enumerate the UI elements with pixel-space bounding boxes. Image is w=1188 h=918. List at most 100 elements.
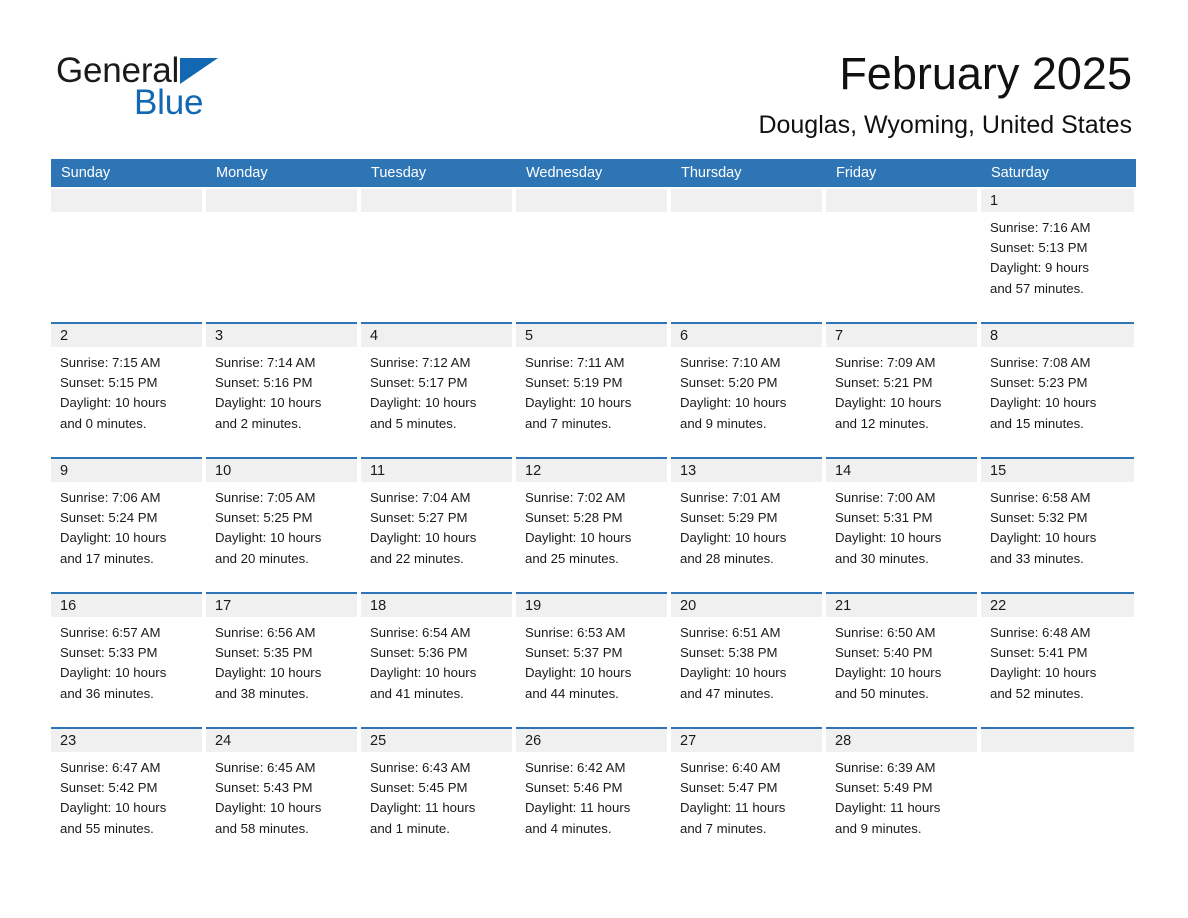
calendar-day-cell[interactable]: 3 Sunrise: 7:14 AM Sunset: 5:16 PM Daylight…: [206, 322, 361, 457]
weekday-header-thursday: Thursday: [671, 159, 826, 187]
calendar-day-cell[interactable]: 11 Sunrise: 7:04 AM Sunset: 5:27 PM Dayligh…: [361, 457, 516, 592]
day-number: 4: [370, 328, 379, 344]
calendar-day-cell[interactable]: 19 Sunrise: 6:53 AM Sunset: 5:37 PM Dayligh…: [516, 592, 671, 727]
sunrise-time: Sunrise: 6:53 AM: [525, 625, 626, 640]
page-subtitle: Douglas, Wyoming, United States: [758, 111, 1132, 139]
calendar-day-cell[interactable]: 27 Sunrise: 6:40 AM Sunset: 5:47 PM Dayligh…: [671, 727, 826, 862]
sunset-time: Sunset: 5:24 PM: [60, 510, 158, 526]
calendar-day-cell[interactable]: 22 Sunrise: 6:48 AM Sunset: 5:41 PM Dayligh…: [981, 592, 1136, 727]
calendar-day-cell[interactable]: 28 Sunrise: 6:39 AM Sunset: 5:49 PM Dayligh…: [826, 727, 981, 862]
sunset-time: Sunset: 5:42 PM: [60, 780, 158, 796]
calendar-day-cell[interactable]: 24 Sunrise: 6:45 AM Sunset: 5:43 PM Dayligh…: [206, 727, 361, 862]
calendar-day-cell-empty: [516, 187, 671, 322]
day-details: Sunrise: 7:01 AM Sunset: 5:29 PM Daylight:…: [680, 488, 818, 569]
day-details: Sunrise: 6:43 AM Sunset: 5:45 PM Daylight:…: [370, 758, 508, 839]
calendar-day-cell[interactable]: 17 Sunrise: 6:56 AM Sunset: 5:35 PM Dayligh…: [206, 592, 361, 727]
daylight-duration-line1: Daylight: 10 hours: [60, 665, 167, 681]
day-details: Sunrise: 6:58 AM Sunset: 5:32 PM Daylight:…: [990, 488, 1130, 569]
calendar-day-cell[interactable]: 13 Sunrise: 7:01 AM Sunset: 5:29 PM Dayligh…: [671, 457, 826, 592]
sunset-time: Sunset: 5:16 PM: [215, 375, 313, 391]
daylight-duration-line1: Daylight: 10 hours: [60, 800, 167, 816]
day-number: 28: [835, 733, 852, 749]
sunset-time: Sunset: 5:46 PM: [525, 780, 623, 796]
sunrise-time: Sunrise: 7:05 AM: [215, 490, 316, 505]
daylight-duration-line2: and 4 minutes.: [525, 820, 612, 836]
calendar-week-row: 2 Sunrise: 7:15 AM Sunset: 5:15 PM Daylight…: [51, 322, 1136, 457]
calendar-day-cell[interactable]: 12 Sunrise: 7:02 AM Sunset: 5:28 PM Dayligh…: [516, 457, 671, 592]
sunset-time: Sunset: 5:20 PM: [680, 375, 778, 391]
daylight-duration-line2: and 57 minutes.: [990, 280, 1084, 296]
daylight-duration-line2: and 55 minutes.: [60, 820, 154, 836]
sunset-time: Sunset: 5:41 PM: [990, 645, 1088, 661]
day-number: 9: [60, 463, 69, 479]
daylight-duration-line2: and 36 minutes.: [60, 685, 154, 701]
day-number: 12: [525, 463, 542, 479]
calendar-table: Sunday Monday Tuesday Wednesday Thursday…: [51, 159, 1136, 862]
logo-word-blue: Blue: [134, 83, 204, 122]
day-details: Sunrise: 7:06 AM Sunset: 5:24 PM Daylight:…: [60, 488, 198, 569]
calendar-day-cell[interactable]: 23 Sunrise: 6:47 AM Sunset: 5:42 PM Dayligh…: [51, 727, 206, 862]
calendar-day-cell[interactable]: 20 Sunrise: 6:51 AM Sunset: 5:38 PM Dayligh…: [671, 592, 826, 727]
sunset-time: Sunset: 5:21 PM: [835, 375, 933, 391]
sunset-time: Sunset: 5:28 PM: [525, 510, 623, 526]
day-number: 15: [990, 463, 1007, 479]
day-details: Sunrise: 6:56 AM Sunset: 5:35 PM Daylight:…: [215, 623, 353, 704]
day-number: 16: [60, 598, 77, 614]
day-details: Sunrise: 6:39 AM Sunset: 5:49 PM Daylight:…: [835, 758, 973, 839]
daylight-duration-line1: Daylight: 10 hours: [60, 395, 167, 411]
daylight-duration-line2: and 50 minutes.: [835, 685, 929, 701]
day-details: Sunrise: 6:57 AM Sunset: 5:33 PM Daylight:…: [60, 623, 198, 704]
calendar-day-cell-empty: [206, 187, 361, 322]
day-details: Sunrise: 7:00 AM Sunset: 5:31 PM Daylight:…: [835, 488, 973, 569]
sunset-time: Sunset: 5:37 PM: [525, 645, 623, 661]
sunset-time: Sunset: 5:35 PM: [215, 645, 313, 661]
calendar-day-cell[interactable]: 7 Sunrise: 7:09 AM Sunset: 5:21 PM Daylight…: [826, 322, 981, 457]
day-number: 20: [680, 598, 697, 614]
calendar-day-cell[interactable]: 4 Sunrise: 7:12 AM Sunset: 5:17 PM Daylight…: [361, 322, 516, 457]
calendar-day-cell[interactable]: 5 Sunrise: 7:11 AM Sunset: 5:19 PM Daylight…: [516, 322, 671, 457]
sunrise-time: Sunrise: 6:39 AM: [835, 760, 936, 775]
generalblue-logo[interactable]: General Blue: [56, 52, 336, 128]
calendar-day-cell[interactable]: 21 Sunrise: 6:50 AM Sunset: 5:40 PM Dayligh…: [826, 592, 981, 727]
sunrise-time: Sunrise: 7:09 AM: [835, 355, 936, 370]
calendar-day-cell[interactable]: 8 Sunrise: 7:08 AM Sunset: 5:23 PM Daylight…: [981, 322, 1136, 457]
date-band: [516, 324, 667, 347]
daylight-duration-line2: and 38 minutes.: [215, 685, 309, 701]
daylight-duration-line2: and 9 minutes.: [835, 820, 922, 836]
calendar-day-cell-empty: [361, 187, 516, 322]
date-band: [981, 324, 1134, 347]
date-band: [981, 189, 1134, 212]
date-band: [51, 189, 202, 212]
day-details: Sunrise: 7:14 AM Sunset: 5:16 PM Daylight:…: [215, 353, 353, 434]
calendar-day-cell[interactable]: 18 Sunrise: 6:54 AM Sunset: 5:36 PM Dayligh…: [361, 592, 516, 727]
daylight-duration-line2: and 1 minute.: [370, 820, 450, 836]
daylight-duration-line2: and 44 minutes.: [525, 685, 619, 701]
day-number: 24: [215, 733, 232, 749]
calendar-day-cell[interactable]: 1 Sunrise: 7:16 AM Sunset: 5:13 PM Daylight…: [981, 187, 1136, 322]
day-details: Sunrise: 6:45 AM Sunset: 5:43 PM Daylight:…: [215, 758, 353, 839]
calendar-day-cell[interactable]: 10 Sunrise: 7:05 AM Sunset: 5:25 PM Dayligh…: [206, 457, 361, 592]
calendar-day-cell-empty: [671, 187, 826, 322]
calendar-day-cell[interactable]: 9 Sunrise: 7:06 AM Sunset: 5:24 PM Daylight…: [51, 457, 206, 592]
sunset-time: Sunset: 5:29 PM: [680, 510, 778, 526]
date-band: [671, 324, 822, 347]
daylight-duration-line2: and 22 minutes.: [370, 550, 464, 566]
day-number: 22: [990, 598, 1007, 614]
calendar-day-cell[interactable]: 14 Sunrise: 7:00 AM Sunset: 5:31 PM Dayligh…: [826, 457, 981, 592]
calendar-day-cell-empty: [981, 727, 1136, 862]
sunrise-time: Sunrise: 6:43 AM: [370, 760, 471, 775]
calendar-day-cell[interactable]: 15 Sunrise: 6:58 AM Sunset: 5:32 PM Dayligh…: [981, 457, 1136, 592]
calendar-day-cell[interactable]: 2 Sunrise: 7:15 AM Sunset: 5:15 PM Daylight…: [51, 322, 206, 457]
day-details: Sunrise: 6:42 AM Sunset: 5:46 PM Daylight:…: [525, 758, 663, 839]
day-details: Sunrise: 6:40 AM Sunset: 5:47 PM Daylight:…: [680, 758, 818, 839]
calendar-day-cell[interactable]: 25 Sunrise: 6:43 AM Sunset: 5:45 PM Dayligh…: [361, 727, 516, 862]
calendar-day-cell[interactable]: 26 Sunrise: 6:42 AM Sunset: 5:46 PM Dayligh…: [516, 727, 671, 862]
daylight-duration-line2: and 12 minutes.: [835, 415, 929, 431]
sunset-time: Sunset: 5:49 PM: [835, 780, 933, 796]
daylight-duration-line2: and 5 minutes.: [370, 415, 457, 431]
day-number: 18: [370, 598, 387, 614]
day-details: Sunrise: 7:09 AM Sunset: 5:21 PM Daylight:…: [835, 353, 973, 434]
calendar-day-cell[interactable]: 6 Sunrise: 7:10 AM Sunset: 5:20 PM Daylight…: [671, 322, 826, 457]
calendar-day-cell[interactable]: 16 Sunrise: 6:57 AM Sunset: 5:33 PM Dayligh…: [51, 592, 206, 727]
day-number: 19: [525, 598, 542, 614]
